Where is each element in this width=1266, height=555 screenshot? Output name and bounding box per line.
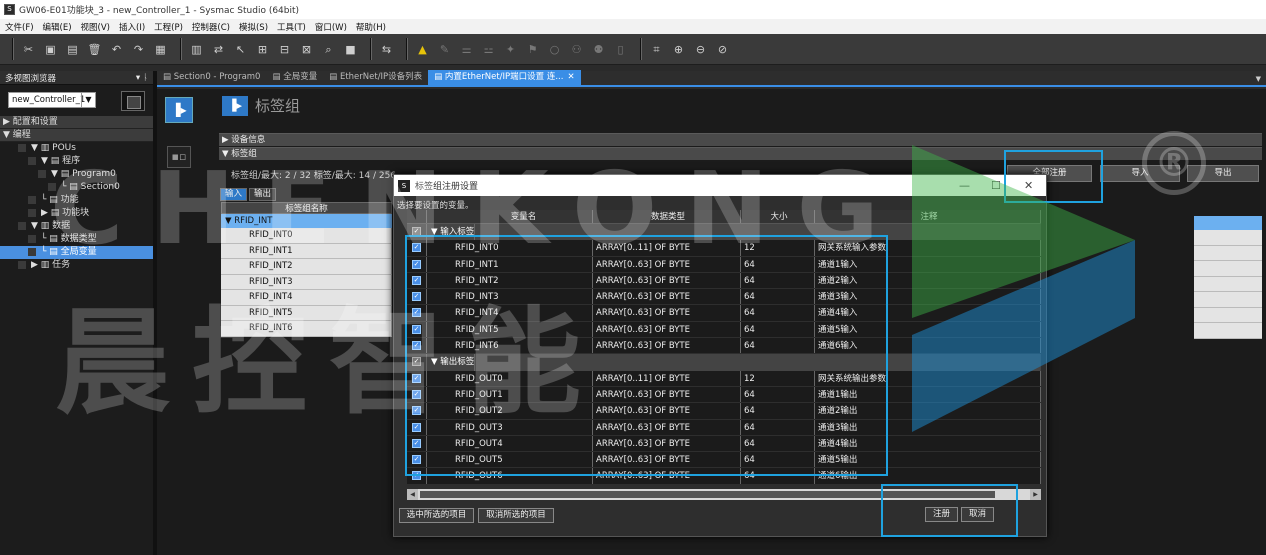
watermark-logo [912, 145, 1135, 432]
watermark-registered-icon: ® [1142, 131, 1206, 195]
